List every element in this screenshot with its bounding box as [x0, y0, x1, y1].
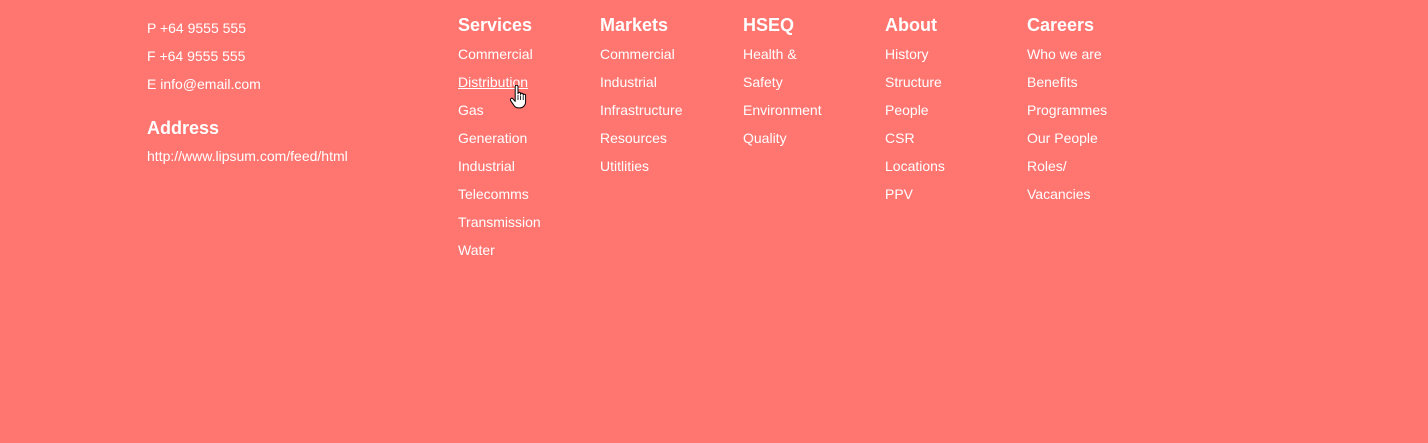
column-heading-hseq: HSEQ: [743, 15, 795, 35]
footer-link-about-structure[interactable]: Structure: [885, 68, 945, 96]
footer-link-hseq-health[interactable]: Health &: [743, 40, 822, 68]
footer-column-services: Services Commercial Distribution Gas Gen…: [458, 13, 541, 264]
footer-link-about-history[interactable]: History: [885, 40, 945, 68]
footer-link-services-commercial[interactable]: Commercial: [458, 40, 541, 68]
footer-link-services-transmission[interactable]: Transmission: [458, 208, 541, 236]
footer-column-markets: Markets Commercial Industrial Infrastruc…: [600, 13, 682, 180]
footer-link-careers-who-we-are[interactable]: Who we are: [1027, 40, 1107, 68]
contact-fax: F +64 9555 555: [147, 48, 246, 64]
footer-link-careers-programmes[interactable]: Programmes: [1027, 96, 1107, 124]
footer-link-services-gas[interactable]: Gas: [458, 96, 541, 124]
footer-link-hseq-quality[interactable]: Quality: [743, 124, 822, 152]
footer-link-markets-commercial[interactable]: Commercial: [600, 40, 682, 68]
hseq-link-list: Health & Safety Environment Quality: [743, 40, 822, 152]
footer-link-careers-benefits[interactable]: Benefits: [1027, 68, 1107, 96]
address-heading: Address: [147, 118, 220, 138]
contact-block: P +64 9555 555 F +64 9555 555 E info@ema…: [147, 14, 437, 170]
footer-link-markets-infrastructure[interactable]: Infrastructure: [600, 96, 682, 124]
column-heading-services: Services: [458, 15, 533, 35]
footer-link-careers-vacancies[interactable]: Vacancies: [1027, 180, 1107, 208]
footer-link-services-generation[interactable]: Generation: [458, 124, 541, 152]
contact-email[interactable]: E info@email.com: [147, 70, 437, 98]
footer-link-about-people[interactable]: People: [885, 96, 945, 124]
footer-link-careers-roles[interactable]: Roles/: [1027, 152, 1107, 180]
services-link-list: Commercial Distribution Gas Generation I…: [458, 40, 541, 264]
footer-link-services-industrial[interactable]: Industrial: [458, 152, 541, 180]
footer-link-services-water[interactable]: Water: [458, 236, 541, 264]
footer-link-hseq-environment[interactable]: Environment: [743, 96, 822, 124]
about-link-list: History Structure People CSR Locations P…: [885, 40, 945, 208]
footer-link-careers-our-people[interactable]: Our People: [1027, 124, 1107, 152]
footer-link-services-distribution[interactable]: Distribution: [458, 68, 541, 96]
careers-link-list: Who we are Benefits Programmes Our Peopl…: [1027, 40, 1107, 208]
footer-link-about-locations[interactable]: Locations: [885, 152, 945, 180]
footer-column-careers: Careers Who we are Benefits Programmes O…: [1027, 13, 1107, 208]
footer-link-hseq-safety[interactable]: Safety: [743, 68, 822, 96]
footer-link-services-telecomms[interactable]: Telecomms: [458, 180, 541, 208]
column-heading-about: About: [885, 15, 937, 35]
footer-link-about-ppv[interactable]: PPV: [885, 180, 945, 208]
footer-link-markets-utilities[interactable]: Utitlities: [600, 152, 682, 180]
column-heading-careers: Careers: [1027, 15, 1095, 35]
address-link[interactable]: http://www.lipsum.com/feed/html: [147, 142, 437, 170]
site-footer: P +64 9555 555 F +64 9555 555 E info@ema…: [0, 0, 1428, 443]
contact-phone: P +64 9555 555: [147, 20, 247, 36]
footer-column-about: About History Structure People CSR Locat…: [885, 13, 945, 208]
footer-link-markets-industrial[interactable]: Industrial: [600, 68, 682, 96]
footer-link-about-csr[interactable]: CSR: [885, 124, 945, 152]
footer-column-hseq: HSEQ Health & Safety Environment Quality: [743, 13, 822, 152]
markets-link-list: Commercial Industrial Infrastructure Res…: [600, 40, 682, 180]
footer-link-markets-resources[interactable]: Resources: [600, 124, 682, 152]
column-heading-markets: Markets: [600, 15, 669, 35]
